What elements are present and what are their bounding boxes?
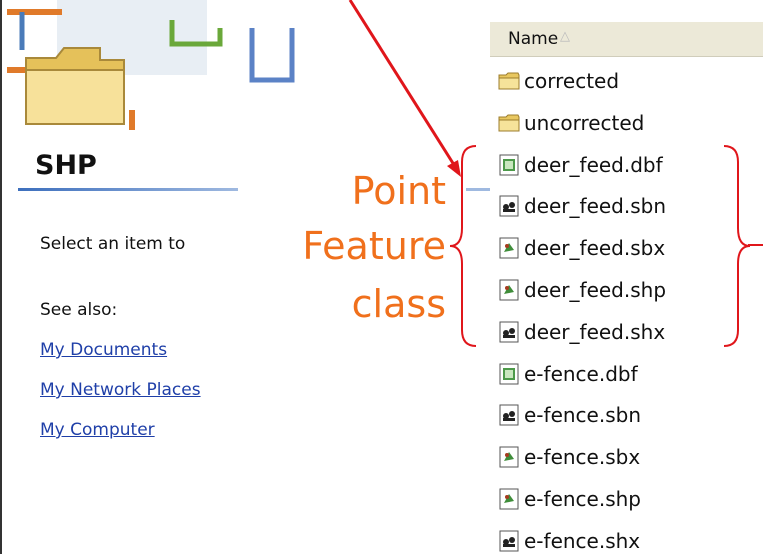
file-list-item[interactable]: uncorrected — [498, 108, 644, 138]
file-list-item[interactable]: e-fence.sbn — [498, 400, 641, 430]
sbx-file-icon — [498, 446, 520, 468]
sbn-file-icon — [498, 404, 520, 426]
dbf-file-icon — [498, 363, 520, 385]
dbf-file-icon — [498, 154, 520, 176]
file-name: e-fence.sbx — [524, 445, 641, 470]
file-name: deer_feed.shx — [524, 319, 666, 344]
file-list-item[interactable]: deer_feed.dbf — [498, 150, 663, 180]
file-name: e-fence.dbf — [524, 361, 638, 386]
header-separator — [18, 188, 238, 191]
shx-file-icon — [498, 321, 520, 343]
folder-title: SHP — [35, 150, 97, 181]
annotation-line-3: class — [351, 282, 446, 326]
sbx-file-icon — [498, 237, 520, 259]
file-list-item[interactable]: e-fence.dbf — [498, 359, 638, 389]
file-list-item[interactable]: deer_feed.shp — [498, 275, 666, 305]
shx-file-icon — [498, 530, 520, 552]
shp-file-icon — [498, 279, 520, 301]
annotation-line-2: Feature — [302, 224, 446, 268]
file-list-item[interactable]: deer_feed.sbn — [498, 191, 666, 221]
file-name: deer_feed.sbx — [524, 236, 666, 261]
annotation-line-1: Point — [351, 169, 446, 213]
file-name: deer_feed.shp — [524, 278, 667, 302]
file-list-item[interactable]: e-fence.sbx — [498, 442, 640, 472]
folder-icon — [498, 70, 520, 92]
file-name: deer_feed.dbf — [524, 152, 663, 177]
link-my-network-places[interactable]: My Network Places — [40, 380, 201, 400]
shp-file-icon — [498, 488, 520, 510]
file-name: e-fence.sbn — [524, 403, 641, 428]
see-also-label: See also: — [40, 300, 118, 320]
sort-ascending-icon: △ — [560, 29, 570, 44]
file-list-item[interactable]: e-fence.shp — [498, 484, 641, 514]
task-hint-text: Select an item to — [40, 234, 186, 254]
file-name: e-fence.shp — [524, 487, 641, 511]
task-pane: SHP Select an item to See also: My Docum… — [0, 0, 492, 554]
link-my-documents[interactable]: My Documents — [40, 340, 167, 360]
file-list-item[interactable]: corrected — [498, 66, 619, 96]
left-curly-brace — [449, 145, 477, 347]
file-name: corrected — [524, 69, 620, 93]
folder-icon — [498, 112, 520, 134]
link-my-computer[interactable]: My Computer — [40, 420, 155, 440]
file-name: deer_feed.sbn — [524, 194, 667, 219]
column-label-name: Name — [508, 29, 559, 49]
brace-pointer-line — [748, 244, 763, 246]
file-list-item[interactable]: deer_feed.sbx — [498, 233, 665, 263]
file-list-item[interactable]: e-fence.shx — [498, 526, 640, 556]
file-name: uncorrected — [524, 110, 645, 135]
folder-icon — [25, 47, 125, 125]
file-name: e-fence.shx — [524, 528, 641, 553]
name-column-header[interactable]: Name △ — [490, 22, 763, 57]
sbn-file-icon — [498, 195, 520, 217]
file-list-item[interactable]: deer_feed.shx — [498, 317, 665, 347]
